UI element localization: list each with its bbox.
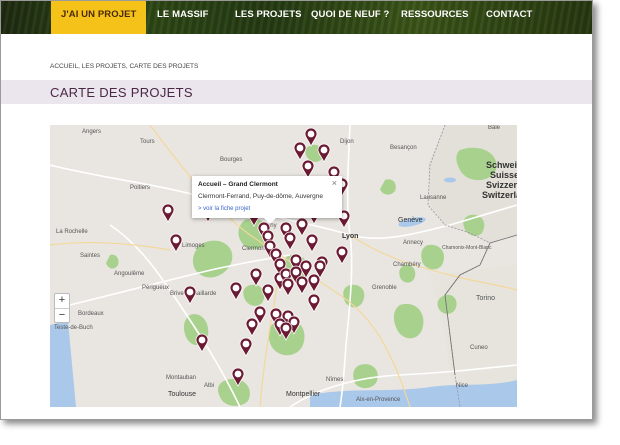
place-label: Poitiers bbox=[130, 185, 151, 191]
map-marker-icon[interactable] bbox=[313, 259, 327, 279]
map-marker-icon[interactable] bbox=[229, 281, 243, 301]
zoom-in-button[interactable]: + bbox=[55, 294, 69, 309]
place-label: Montauban bbox=[166, 375, 197, 381]
place-label: Suisse bbox=[490, 170, 517, 180]
place-label: La Rochelle bbox=[56, 229, 88, 235]
map-marker-icon[interactable] bbox=[261, 283, 275, 303]
nav-item-contact[interactable]: CONTACT bbox=[486, 1, 532, 34]
place-label: Aix-en-Provence bbox=[356, 397, 401, 403]
page-title: CARTE DES PROJETS bbox=[50, 85, 193, 100]
place-label: Tours bbox=[140, 139, 155, 145]
place-label: Switzerland bbox=[482, 190, 517, 200]
place-label: Montpellier bbox=[286, 391, 321, 398]
map-marker-icon[interactable] bbox=[239, 337, 253, 357]
place-label: Bâle bbox=[488, 125, 501, 131]
popup-title: Accueil – Grand Clermont bbox=[198, 181, 278, 188]
map-marker-icon[interactable] bbox=[305, 233, 319, 253]
place-label: Nice bbox=[456, 383, 469, 389]
top-navigation: J'AI UN PROJET LE MASSIF LES PROJETS QUO… bbox=[1, 1, 592, 34]
place-label: Dijon bbox=[340, 139, 354, 145]
place-label: Périgueux bbox=[142, 285, 170, 291]
place-label: Saintes bbox=[80, 253, 101, 259]
nav-item-le-massif[interactable]: LE MASSIF bbox=[157, 1, 209, 34]
place-label: Chambéry bbox=[393, 262, 421, 268]
place-label: Nîmes bbox=[326, 377, 344, 383]
close-icon[interactable]: × bbox=[332, 178, 337, 188]
place-label: Cuneo bbox=[470, 345, 488, 351]
map-marker-icon[interactable] bbox=[295, 275, 309, 295]
map-marker-icon[interactable] bbox=[169, 233, 183, 253]
nav-item-jai-un-projet[interactable]: J'AI UN PROJET bbox=[51, 1, 147, 34]
project-map[interactable]: Angers Tours Bourges Dijon Besançon Bâle… bbox=[50, 125, 517, 407]
place-label: Annecy bbox=[403, 240, 424, 246]
place-label: Bordeaux bbox=[78, 311, 104, 317]
place-label: Genève bbox=[398, 217, 423, 224]
place-label: Lausanne bbox=[420, 195, 447, 201]
project-popup: Accueil – Grand Clermont Clermont-Ferran… bbox=[192, 176, 342, 224]
map-marker-icon[interactable] bbox=[307, 293, 321, 313]
place-label: Svizzera bbox=[486, 180, 517, 190]
nav-item-ressources[interactable]: RESSOURCES bbox=[401, 1, 469, 34]
zoom-control: + − bbox=[54, 293, 70, 323]
map-marker-icon[interactable] bbox=[183, 285, 197, 305]
breadcrumb[interactable]: ACCUEIL, LES PROJETS, CARTE DES PROJETS bbox=[50, 63, 198, 70]
place-label: Besançon bbox=[390, 145, 417, 151]
map-marker-icon[interactable] bbox=[195, 333, 209, 353]
place-label: Bourges bbox=[220, 157, 243, 163]
place-label: Teste-de-Buch bbox=[54, 325, 93, 331]
popup-address: Clermont-Ferrand, Puy-de-dôme, Auvergne bbox=[198, 193, 324, 200]
map-marker-icon[interactable] bbox=[231, 367, 245, 387]
place-label: Angoulême bbox=[114, 271, 145, 277]
place-label: Schweiz bbox=[486, 160, 517, 170]
popup-project-link[interactable]: > voir la fiche projet bbox=[198, 206, 250, 212]
map-marker-icon[interactable] bbox=[283, 231, 297, 251]
place-label: Toulouse bbox=[168, 391, 197, 398]
place-label: Angers bbox=[82, 129, 102, 135]
map-marker-icon[interactable] bbox=[281, 277, 295, 297]
map-marker-icon[interactable] bbox=[317, 143, 331, 163]
place-label: Lyon bbox=[342, 233, 359, 240]
place-label: Grenoble bbox=[372, 285, 397, 291]
nav-item-quoi-de-neuf[interactable]: QUOI DE NEUF ? bbox=[311, 1, 389, 34]
browser-frame: J'AI UN PROJET LE MASSIF LES PROJETS QUO… bbox=[0, 0, 593, 420]
map-marker-icon[interactable] bbox=[245, 317, 259, 337]
place-label: Torino bbox=[476, 295, 496, 302]
map-marker-icon[interactable] bbox=[161, 203, 175, 223]
place-label: Chamonix-Mont-Blanc bbox=[442, 245, 492, 251]
nav-item-les-projets[interactable]: LES PROJETS bbox=[235, 1, 302, 34]
zoom-out-button[interactable]: − bbox=[55, 309, 69, 323]
place-label: Albi bbox=[204, 383, 215, 389]
map-marker-icon[interactable] bbox=[279, 321, 293, 341]
place-label: Limoges bbox=[182, 243, 205, 249]
map-marker-icon[interactable] bbox=[293, 141, 307, 161]
map-marker-icon[interactable] bbox=[335, 245, 349, 265]
